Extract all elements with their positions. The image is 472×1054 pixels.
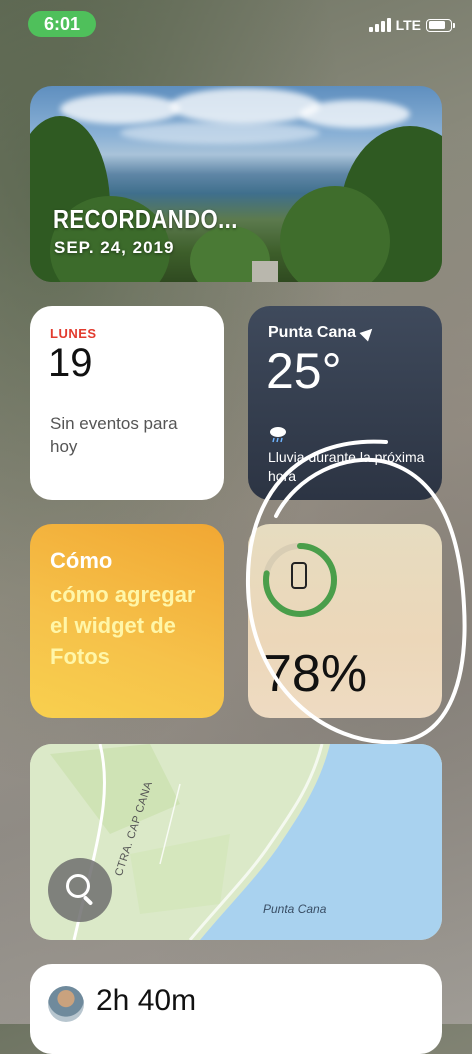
cloud-rain-icon: [270, 427, 286, 443]
calendar-weekday: LUNES: [50, 326, 97, 341]
network-label: LTE: [395, 17, 421, 33]
photos-widget[interactable]: RECORDANDO... SEP. 24, 2019: [30, 86, 442, 282]
tips-widget[interactable]: Cómo cómo agregar el widget de Fotos: [30, 524, 224, 718]
battery-widget[interactable]: 78%: [248, 524, 442, 718]
maps-widget[interactable]: CTRA. CAP CANA Punta Cana: [30, 744, 442, 940]
tips-title: Cómo: [50, 548, 113, 573]
iphone-icon: [291, 562, 307, 589]
avatar: [48, 986, 84, 1022]
calendar-widget[interactable]: LUNES 19 Sin eventos para hoy: [30, 306, 224, 500]
photo-memory-title: RECORDANDO...: [53, 204, 238, 234]
battery-percentage: 78%: [263, 645, 368, 703]
weather-temperature: 25°: [266, 343, 342, 399]
signal-icon: [368, 18, 391, 32]
battery-icon: [426, 18, 455, 32]
tips-body: cómo agregar el widget de Fotos: [50, 582, 196, 669]
weather-location: Punta Cana: [268, 324, 377, 342]
map-place-label: Punta Cana: [263, 902, 327, 916]
status-indicators: LTE: [368, 17, 455, 33]
weather-forecast: Lluvia durante la próxima hora: [268, 449, 425, 484]
location-arrow-icon: [359, 324, 377, 342]
weather-widget[interactable]: Punta Cana 25° Lluvia durante la próxima…: [248, 306, 442, 500]
weather-city: Punta Cana: [268, 324, 357, 341]
calendar-events-text: Sin eventos para hoy: [50, 414, 178, 456]
photo-memory-date: SEP. 24, 2019: [54, 238, 175, 257]
screen-time-widget[interactable]: 2h 40m: [30, 964, 442, 1054]
search-icon[interactable]: [48, 858, 112, 922]
screen-time-value: 2h 40m: [96, 984, 197, 1017]
calendar-date: 19: [48, 341, 93, 385]
status-time[interactable]: 6:01: [28, 11, 96, 37]
